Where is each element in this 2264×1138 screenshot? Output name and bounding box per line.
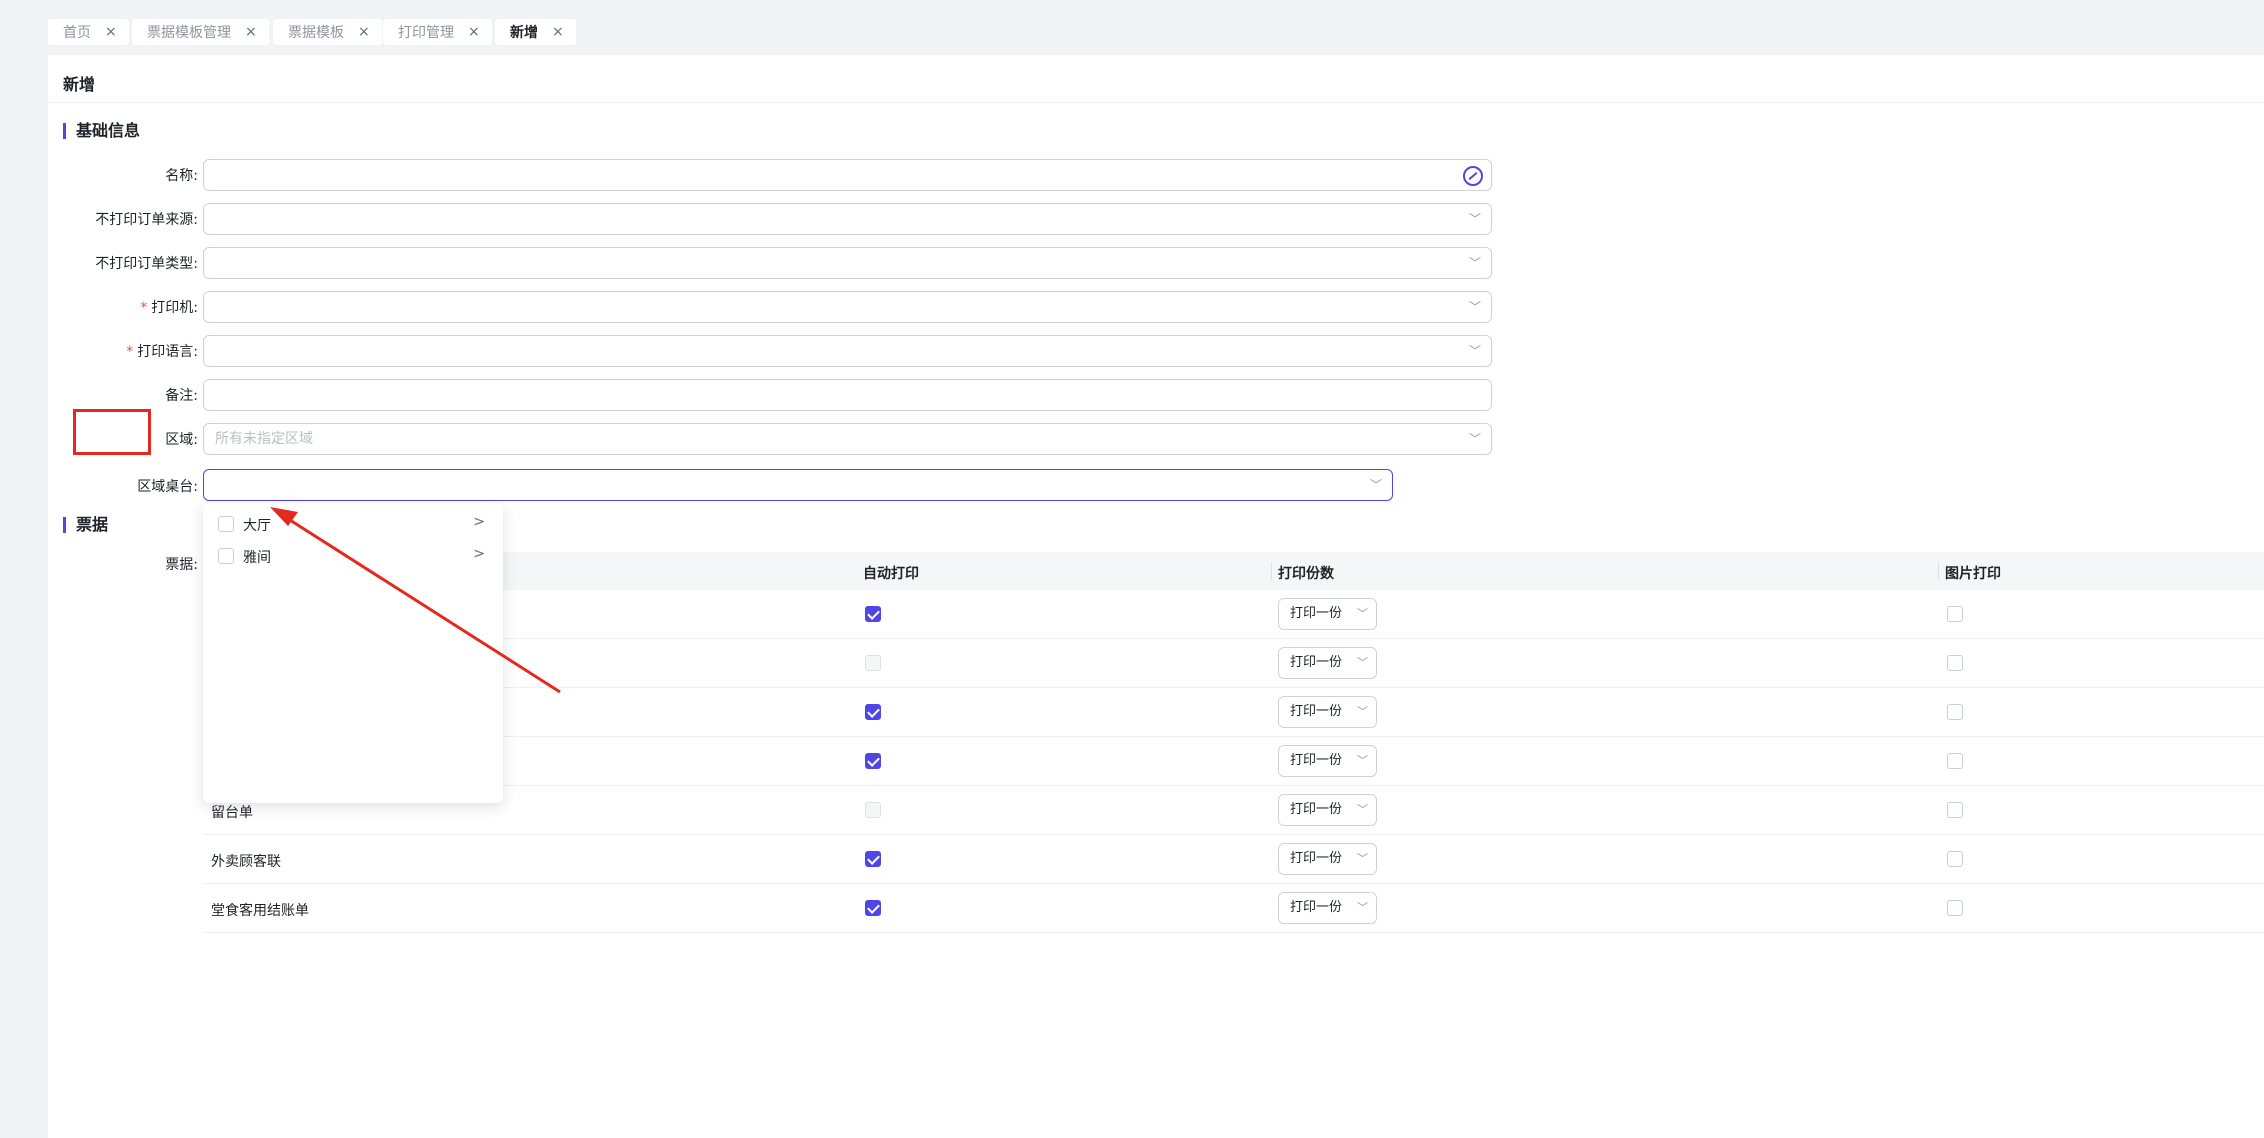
arrow-shaft xyxy=(281,513,561,694)
annotation-arrow xyxy=(270,507,561,694)
